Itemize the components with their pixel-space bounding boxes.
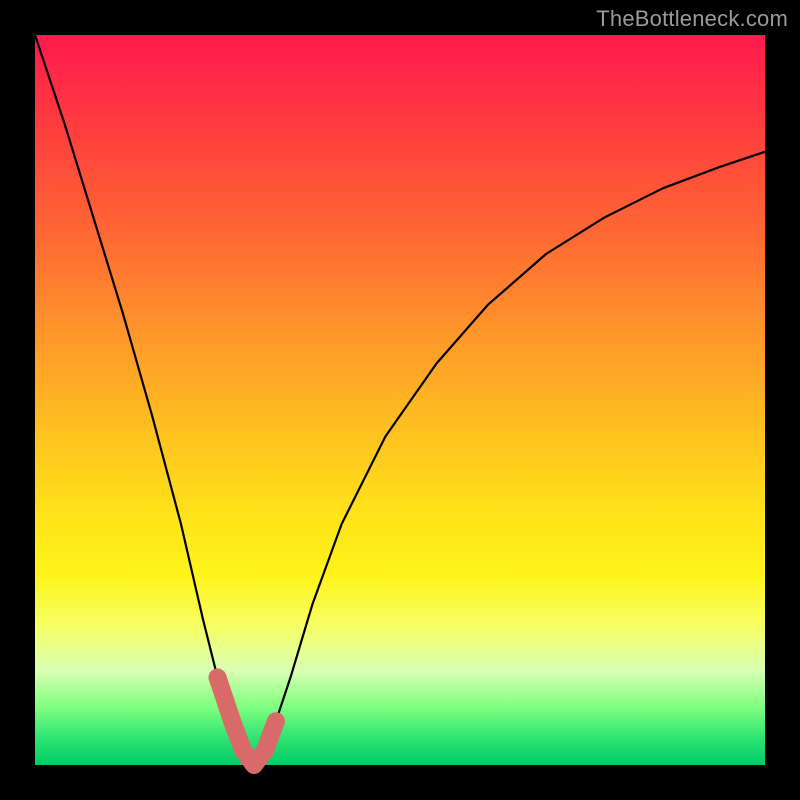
optimal-range-marker	[218, 677, 276, 765]
chart-overlay	[35, 35, 765, 765]
watermark-text: TheBottleneck.com	[596, 6, 788, 32]
bottleneck-curve	[35, 35, 765, 765]
chart-frame: TheBottleneck.com	[0, 0, 800, 800]
